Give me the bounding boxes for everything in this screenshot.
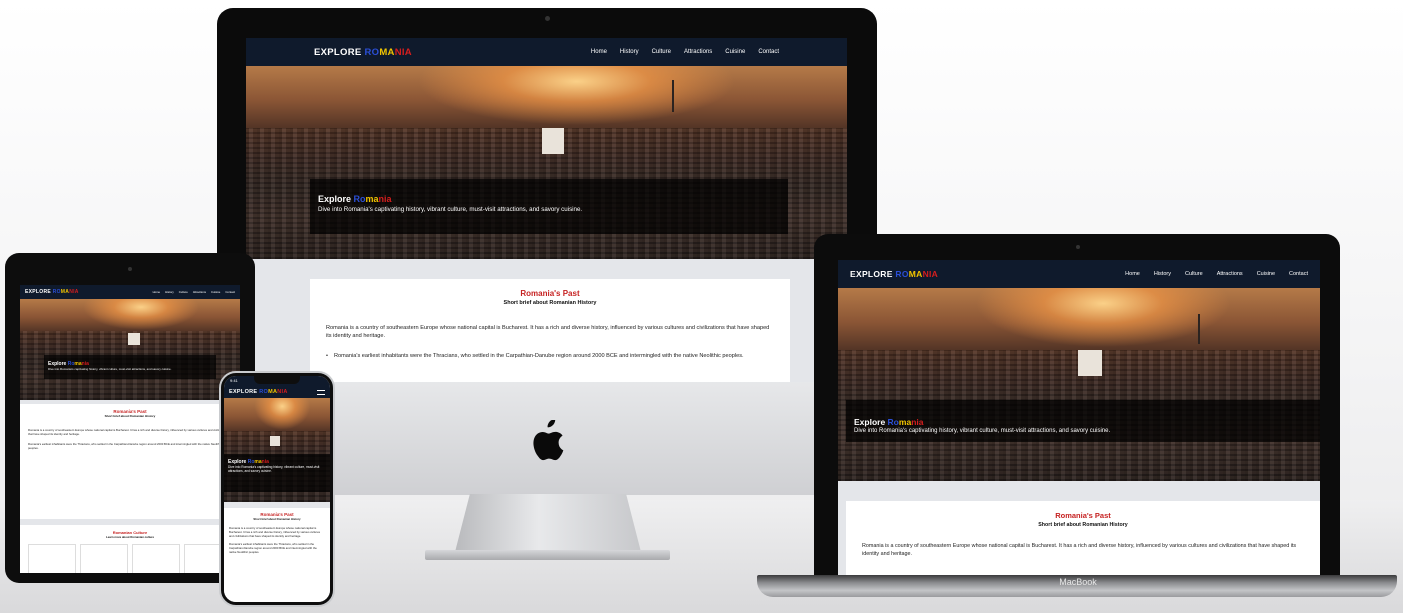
nav-contact[interactable]: Contact — [225, 290, 235, 294]
laptop-label: MacBook — [1059, 577, 1097, 587]
hero-building — [270, 436, 280, 446]
hero-subtitle: Dive into Romania's captivating history,… — [48, 367, 172, 371]
monitor-stand — [455, 494, 641, 552]
nav-home[interactable]: Home — [1125, 271, 1140, 277]
section-subtitle: Short brief about Romanian History — [104, 414, 156, 418]
section-subtitle: Short brief about Romanian History — [503, 300, 597, 306]
hero-image: Explore Romania Dive into Romania's capt… — [246, 66, 847, 259]
history-bullet: • Romania's earliest inhabitants were th… — [326, 352, 774, 360]
navbar: EXPLORE ROMANIA Home History Culture Att… — [246, 38, 847, 66]
nav-home[interactable]: Home — [591, 49, 607, 55]
tablet-camera — [128, 267, 132, 271]
phone-notch — [254, 376, 300, 384]
nav-culture[interactable]: Culture — [652, 49, 671, 55]
history-section: Romania's Past Short brief about Romania… — [846, 501, 1320, 576]
nav-history[interactable]: History — [165, 290, 174, 294]
nav-links: Home History Culture Attractions Cuisine… — [591, 49, 779, 55]
hero-subtitle: Dive into Romania's captivating history,… — [228, 465, 320, 473]
brand-logo[interactable]: EXPLORE ROMANIA — [25, 289, 79, 295]
hero-subtitle: Dive into Romania's captivating history,… — [318, 206, 583, 213]
intro-paragraph: Romania is a country of southeastern Eur… — [326, 325, 770, 339]
hero-building — [542, 128, 564, 154]
hamburger-menu-icon[interactable] — [317, 389, 325, 395]
hero-subtitle: Dive into Romania's captivating history,… — [854, 428, 1111, 434]
brand-logo[interactable]: EXPLORE ROMANIA — [229, 389, 288, 395]
hero-spire — [1198, 314, 1200, 344]
history-section: Romania's Past Short brief about Romania… — [310, 279, 790, 382]
bullet-text: Romania's earliest inhabitants were the … — [334, 353, 744, 359]
nav-culture[interactable]: Culture — [179, 290, 188, 294]
history-bullet: Romania's earliest inhabitants were the … — [229, 542, 317, 554]
section-subtitle: Short brief about Romanian History — [253, 517, 301, 521]
apple-logo-icon — [533, 420, 564, 461]
laptop-camera — [1076, 245, 1080, 249]
nav-contact[interactable]: Contact — [758, 49, 779, 55]
bullet-dot: • — [326, 353, 328, 359]
nav-home[interactable]: Home — [153, 290, 160, 294]
nav-culture[interactable]: Culture — [1185, 271, 1203, 277]
monitor-camera — [545, 16, 550, 21]
navbar: EXPLORE ROMANIA Home History Culture Att… — [838, 260, 1320, 288]
brand-logo[interactable]: EXPLORE ROMANIA — [314, 47, 412, 58]
section-title: Romania's Past — [520, 289, 580, 298]
hero-caption: Explore Romania Dive into Romania's capt… — [224, 454, 330, 492]
nav-attractions[interactable]: Attractions — [684, 49, 712, 55]
hero-caption: Explore Romania Dive into Romania's capt… — [310, 179, 788, 234]
intro-paragraph: Romania is a country of southeastern Eur… — [229, 526, 321, 538]
monitor-stand-base — [425, 550, 670, 560]
brand-logo[interactable]: EXPLORE ROMANIA — [850, 269, 938, 279]
hero-title: Explore Romania — [318, 194, 392, 204]
culture-cards — [28, 544, 232, 573]
intro-paragraph: Romania is a country of southeastern Eur… — [28, 428, 228, 436]
hero-title: Explore Romania — [854, 417, 924, 427]
hero-caption: Explore Romania Dive into Romania's capt… — [44, 355, 216, 379]
nav-links: Home History Culture Attractions Cuisine… — [1125, 271, 1308, 277]
nav-attractions[interactable]: Attractions — [1217, 271, 1243, 277]
navbar: EXPLORE ROMANIA — [224, 386, 330, 398]
culture-section: Romanian Culture Learn more about Romani… — [20, 525, 240, 573]
laptop-screen: EXPLORE ROMANIA Home History Culture Att… — [838, 260, 1320, 576]
intro-paragraph: Romania is a country of southeastern Eur… — [862, 543, 1297, 557]
culture-card[interactable] — [132, 544, 180, 573]
history-section: Romania's Past Short brief about Romania… — [20, 404, 240, 519]
phone-screen: 9:41 EXPLORE ROMANIA Explore Romania Div… — [224, 376, 330, 602]
section-title: Romania's Past — [1055, 511, 1111, 520]
nav-links: Home History Culture Attractions Cuisine… — [153, 290, 235, 294]
nav-history[interactable]: History — [620, 49, 639, 55]
section-subtitle: Short brief about Romanian History — [1038, 522, 1128, 528]
navbar: EXPLORE ROMANIA Home History Culture Att… — [20, 285, 240, 299]
nav-contact[interactable]: Contact — [1289, 271, 1308, 277]
hero-image: Explore Romania Dive into Romania's capt… — [20, 299, 240, 400]
nav-cuisine[interactable]: Cuisine — [211, 290, 220, 294]
culture-card[interactable] — [80, 544, 128, 573]
nav-attractions[interactable]: Attractions — [193, 290, 206, 294]
culture-subtitle: Learn more about Romanian culture — [105, 535, 155, 539]
hero-image: Explore Romania Dive into Romania's capt… — [224, 398, 330, 502]
nav-history[interactable]: History — [1154, 271, 1171, 277]
hero-image: Explore Romania Dive into Romania's capt… — [838, 288, 1320, 481]
nav-cuisine[interactable]: Cuisine — [725, 49, 745, 55]
hero-spire — [672, 80, 674, 112]
history-bullet: Romania's earliest inhabitants were the … — [28, 442, 222, 450]
nav-cuisine[interactable]: Cuisine — [1257, 271, 1275, 277]
hero-caption: Explore Romania Dive into Romania's capt… — [846, 400, 1320, 442]
phone-time: 9:41 — [230, 378, 238, 383]
culture-card[interactable] — [28, 544, 76, 573]
history-section: Romania's Past Short brief about Romania… — [224, 508, 330, 602]
tablet-screen: EXPLORE ROMANIA Home History Culture Att… — [20, 285, 240, 573]
desktop-screen: EXPLORE ROMANIA Home History Culture Att… — [246, 38, 847, 382]
hero-building — [128, 333, 140, 345]
hero-building — [1078, 350, 1102, 376]
